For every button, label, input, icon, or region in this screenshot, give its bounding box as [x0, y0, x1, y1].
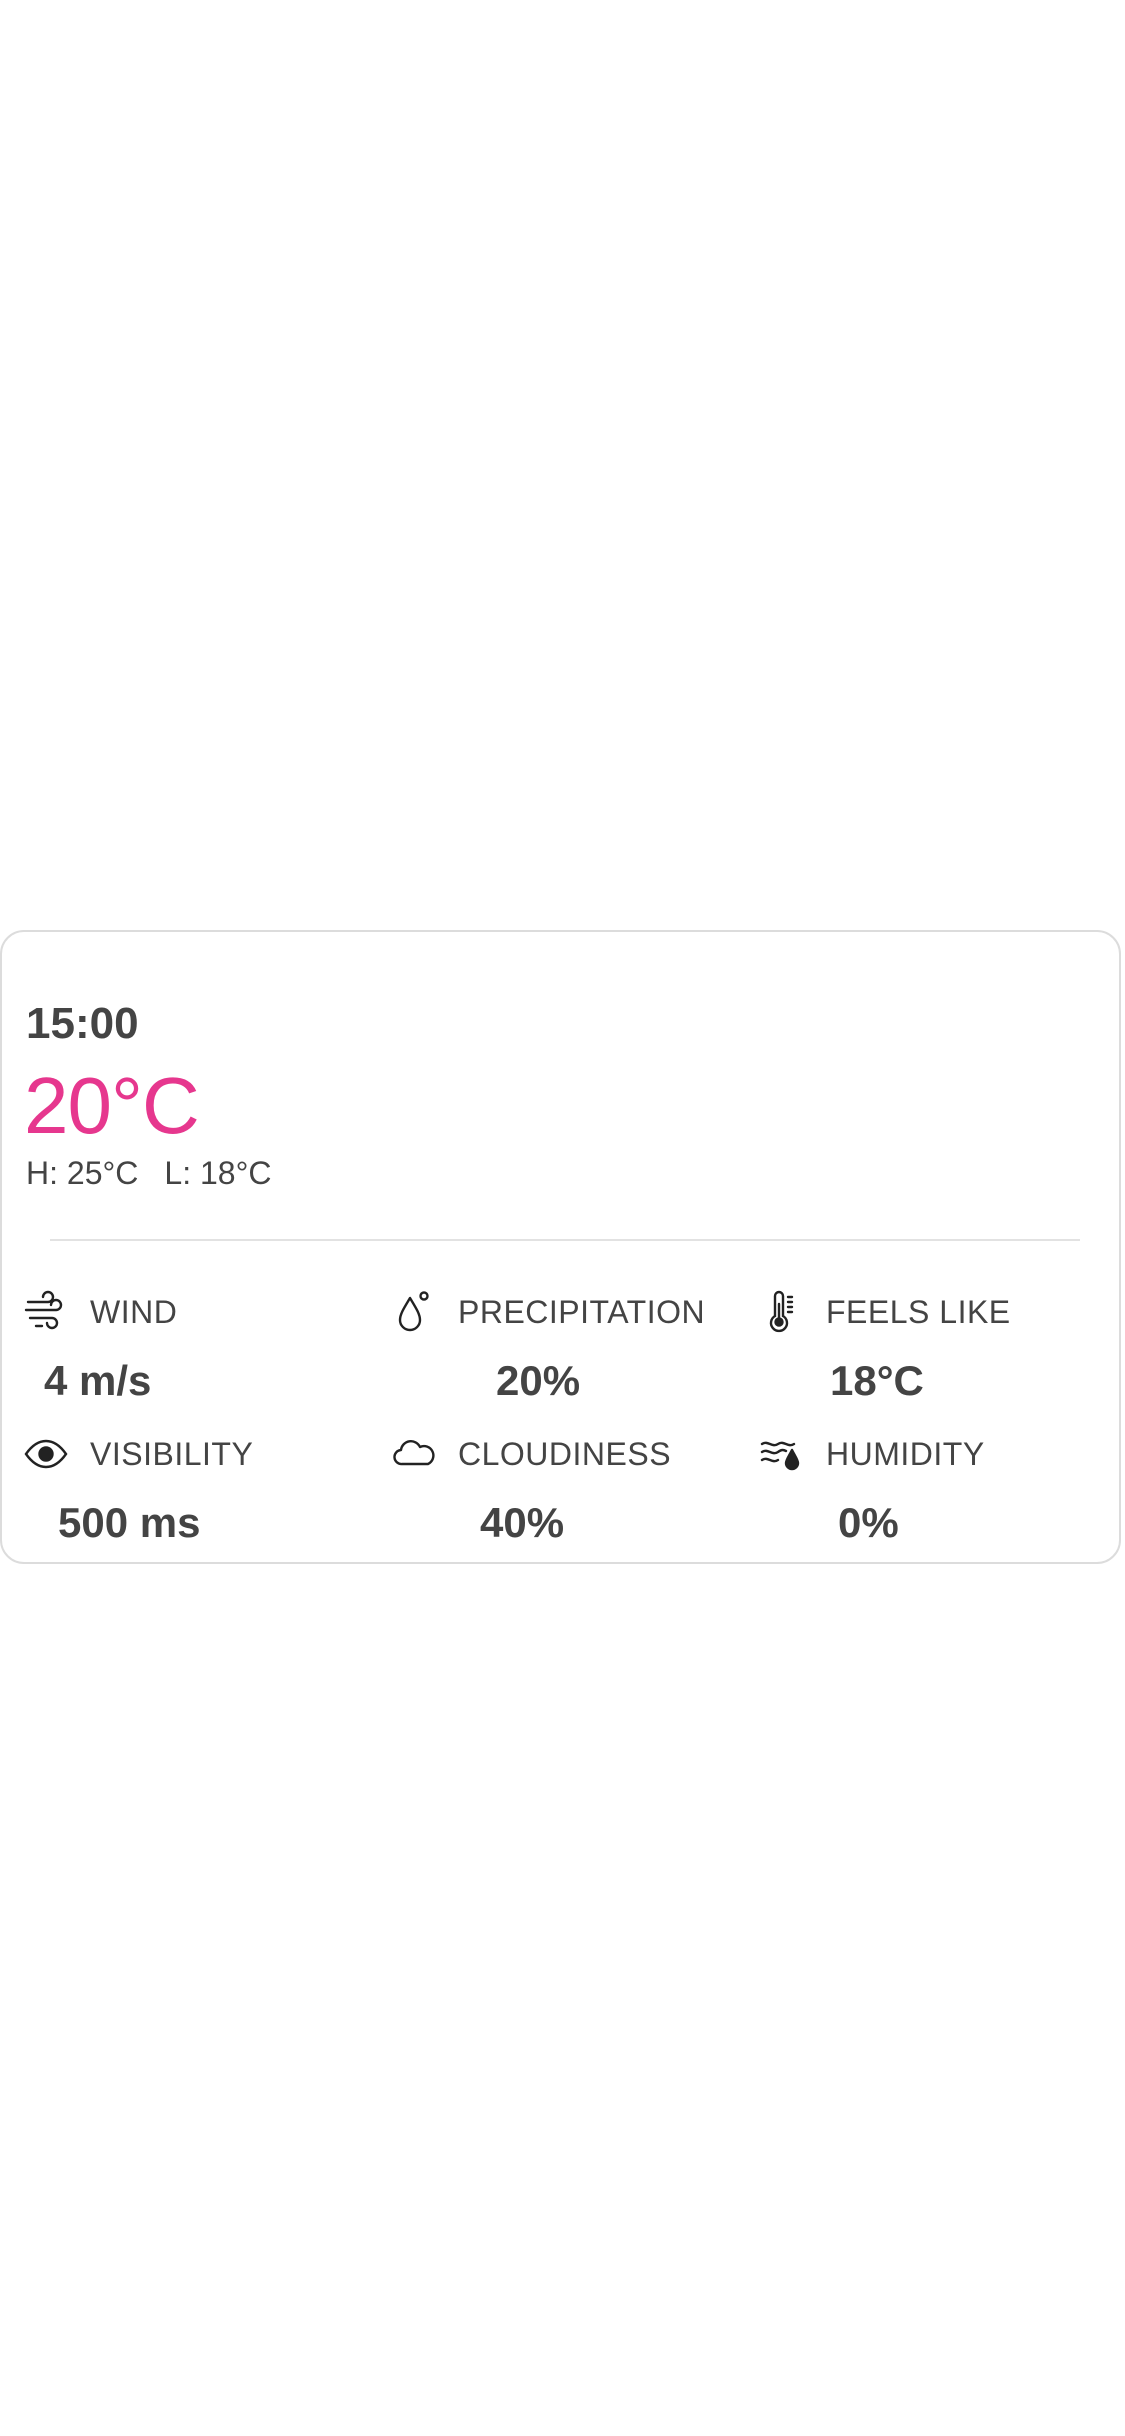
stat-label: PRECIPITATION	[458, 1294, 706, 1330]
stat-value: 0%	[838, 1499, 899, 1546]
stat-label: VISIBILITY	[90, 1436, 254, 1472]
thermometer-icon	[760, 1290, 804, 1334]
wind-icon	[24, 1290, 68, 1334]
stat-label: WIND	[90, 1294, 178, 1330]
stat-humidity: HUMIDITY 0%	[760, 1432, 1100, 1552]
stat-feels-like: FEELS LIKE 18°C	[760, 1290, 1100, 1410]
stat-label: FEELS LIKE	[826, 1294, 1011, 1330]
stat-value: 4 m/s	[44, 1357, 152, 1404]
forecast-time: 15:00	[26, 999, 139, 1048]
stat-value: 18°C	[830, 1357, 924, 1404]
humidity-icon	[760, 1432, 804, 1476]
stat-value: 40%	[480, 1499, 565, 1546]
stat-precipitation: PRECIPITATION 20%	[392, 1290, 732, 1410]
stat-value: 20%	[496, 1357, 581, 1404]
stat-value: 500 ms	[58, 1499, 201, 1546]
hourly-weather-card: 15:00 20°C H: 25°C L: 18°C WIND 4 m/s PRE…	[0, 930, 1121, 1564]
divider	[50, 1239, 1080, 1241]
high-low-temperatures: H: 25°C L: 18°C	[26, 1157, 271, 1189]
low-temperature: L: 18°C	[164, 1155, 272, 1191]
stat-cloudiness: CLOUDINESS 40%	[392, 1432, 732, 1552]
stat-wind: WIND 4 m/s	[24, 1290, 364, 1410]
droplet-icon	[392, 1290, 436, 1334]
stat-label: HUMIDITY	[826, 1436, 985, 1472]
stat-label: CLOUDINESS	[458, 1436, 672, 1472]
current-temperature: 20°C	[24, 1061, 200, 1150]
eye-icon	[24, 1432, 68, 1476]
high-temperature: H: 25°C	[26, 1155, 139, 1191]
stat-visibility: VISIBILITY 500 ms	[24, 1432, 364, 1552]
cloud-icon	[392, 1432, 436, 1476]
